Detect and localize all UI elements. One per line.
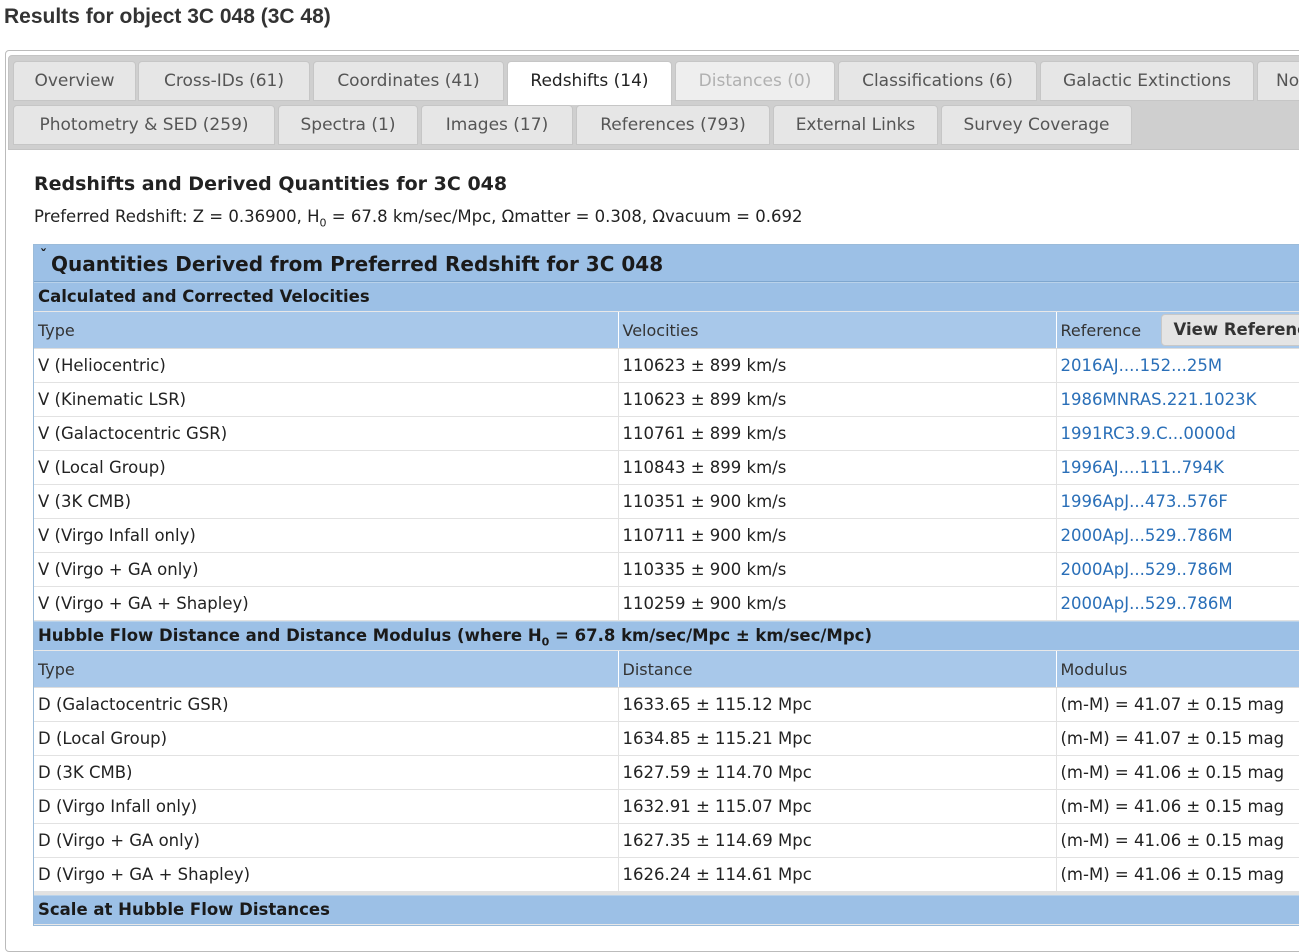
velocity-value: 110843 ± 899 km/s	[618, 451, 1056, 485]
reference-link[interactable]: 1991RC3.9.C...0000d	[1056, 417, 1299, 451]
velocity-value: 110259 ± 900 km/s	[618, 587, 1056, 621]
velocity-value: 110623 ± 899 km/s	[618, 383, 1056, 417]
table-row: V (Local Group)110843 ± 899 km/s1996AJ..…	[34, 451, 1299, 485]
velocities-subheader: Calculated and Corrected Velocities	[34, 282, 1299, 312]
tab-notes[interactable]: No	[1257, 61, 1299, 101]
reference-link[interactable]: 2000ApJ...529..786M	[1056, 553, 1299, 587]
velocity-value: 110711 ± 900 km/s	[618, 519, 1056, 553]
column-header-type: Type	[34, 651, 618, 688]
distance-type: D (Virgo + GA + Shapley)	[34, 858, 618, 892]
tab-distances: Distances (0)	[675, 61, 835, 101]
velocity-value: 110351 ± 900 km/s	[618, 485, 1056, 519]
distance-value: 1627.35 ± 114.69 Mpc	[618, 824, 1056, 858]
distance-type: D (Galactocentric GSR)	[34, 688, 618, 722]
distance-value: 1633.65 ± 115.12 Mpc	[618, 688, 1056, 722]
velocity-value: 110761 ± 899 km/s	[618, 417, 1056, 451]
table-row: V (Kinematic LSR)110623 ± 899 km/s1986MN…	[34, 383, 1299, 417]
tab-survey-coverage[interactable]: Survey Coverage	[941, 105, 1132, 145]
velocity-type: V (Virgo + GA only)	[34, 553, 618, 587]
table-row: D (Local Group)1634.85 ± 115.21 Mpc(m-M)…	[34, 722, 1299, 756]
reference-link[interactable]: 2000ApJ...529..786M	[1056, 587, 1299, 621]
table-row: V (Virgo Infall only)110711 ± 900 km/s20…	[34, 519, 1299, 553]
tab-external-links[interactable]: External Links	[773, 105, 938, 145]
tab-cross-ids[interactable]: Cross-IDs (61)	[138, 61, 310, 101]
distance-modulus: (m-M) = 41.07 ± 0.15 mag	[1056, 688, 1299, 722]
collapse-caret-icon[interactable]: ˇ	[40, 248, 47, 264]
table-row: D (3K CMB)1627.59 ± 114.70 Mpc(m-M) = 41…	[34, 756, 1299, 790]
table-row: D (Galactocentric GSR)1633.65 ± 115.12 M…	[34, 688, 1299, 722]
distance-modulus: (m-M) = 41.06 ± 0.15 mag	[1056, 858, 1299, 892]
reference-link[interactable]: 1996AJ....111..794K	[1056, 451, 1299, 485]
panel-header[interactable]: ˇQuantities Derived from Preferred Redsh…	[34, 245, 1299, 282]
distance-type: D (Local Group)	[34, 722, 618, 756]
tab-spectra[interactable]: Spectra (1)	[278, 105, 418, 145]
table-row: D (Virgo + GA + Shapley)1626.24 ± 114.61…	[34, 858, 1299, 892]
table-row: V (3K CMB)110351 ± 900 km/s1996ApJ...473…	[34, 485, 1299, 519]
distance-value: 1634.85 ± 115.21 Mpc	[618, 722, 1056, 756]
tab-references[interactable]: References (793)	[576, 105, 770, 145]
panel-title: Quantities Derived from Preferred Redshi…	[51, 252, 663, 276]
column-header-distance: Distance	[618, 651, 1056, 688]
table-row: D (Virgo + GA only)1627.35 ± 114.69 Mpc(…	[34, 824, 1299, 858]
tab-redshifts[interactable]: Redshifts (14)	[507, 61, 672, 105]
column-header-reference: Reference View References	[1056, 312, 1299, 349]
reference-link[interactable]: 1986MNRAS.221.1023K	[1056, 383, 1299, 417]
velocity-type: V (Kinematic LSR)	[34, 383, 618, 417]
table-row: V (Galactocentric GSR)110761 ± 899 km/s1…	[34, 417, 1299, 451]
distance-value: 1627.59 ± 114.70 Mpc	[618, 756, 1056, 790]
velocity-type: V (Virgo Infall only)	[34, 519, 618, 553]
velocity-type: V (Heliocentric)	[34, 349, 618, 383]
velocities-table: Type Velocities Reference View Reference…	[34, 312, 1299, 621]
tab-galactic-extinctions[interactable]: Galactic Extinctions	[1040, 61, 1254, 101]
section-title: Redshifts and Derived Quantities for 3C …	[34, 173, 507, 195]
distance-modulus: (m-M) = 41.06 ± 0.15 mag	[1056, 824, 1299, 858]
column-header-type: Type	[34, 312, 618, 349]
table-row: D (Virgo Infall only)1632.91 ± 115.07 Mp…	[34, 790, 1299, 824]
reference-link[interactable]: 2000ApJ...529..786M	[1056, 519, 1299, 553]
distance-type: D (3K CMB)	[34, 756, 618, 790]
distance-modulus: (m-M) = 41.06 ± 0.15 mag	[1056, 790, 1299, 824]
distance-value: 1626.24 ± 114.61 Mpc	[618, 858, 1056, 892]
distance-modulus: (m-M) = 41.06 ± 0.15 mag	[1056, 756, 1299, 790]
tab-coordinates[interactable]: Coordinates (41)	[313, 61, 504, 101]
distances-subheader: Hubble Flow Distance and Distance Modulu…	[34, 621, 1299, 651]
distance-modulus: (m-M) = 41.07 ± 0.15 mag	[1056, 722, 1299, 756]
preferred-redshift: Preferred Redshift: Z = 0.36900, H0 = 67…	[34, 207, 802, 229]
tab-overview[interactable]: Overview	[13, 61, 136, 101]
velocity-value: 110335 ± 900 km/s	[618, 553, 1056, 587]
distance-type: D (Virgo + GA only)	[34, 824, 618, 858]
reference-link[interactable]: 2016AJ....152...25M	[1056, 349, 1299, 383]
view-references-button[interactable]: View References	[1161, 314, 1299, 346]
tab-photometry[interactable]: Photometry & SED (259)	[13, 105, 275, 145]
table-row: V (Virgo + GA + Shapley)110259 ± 900 km/…	[34, 587, 1299, 621]
page-title: Results for object 3C 048 (3C 48)	[4, 5, 331, 29]
tab-images[interactable]: Images (17)	[421, 105, 573, 145]
velocity-value: 110623 ± 899 km/s	[618, 349, 1056, 383]
column-header-velocities: Velocities	[618, 312, 1056, 349]
velocity-type: V (Galactocentric GSR)	[34, 417, 618, 451]
derived-quantities-panel: ˇQuantities Derived from Preferred Redsh…	[33, 244, 1299, 926]
velocity-type: V (Local Group)	[34, 451, 618, 485]
table-row: V (Heliocentric)110623 ± 899 km/s2016AJ.…	[34, 349, 1299, 383]
table-row: V (Virgo + GA only)110335 ± 900 km/s2000…	[34, 553, 1299, 587]
reference-link[interactable]: 1996ApJ...473..576F	[1056, 485, 1299, 519]
distance-value: 1632.91 ± 115.07 Mpc	[618, 790, 1056, 824]
velocity-type: V (Virgo + GA + Shapley)	[34, 587, 618, 621]
column-header-modulus: Modulus	[1056, 651, 1299, 688]
distances-table: Type Distance Modulus D (Galactocentric …	[34, 651, 1299, 892]
velocity-type: V (3K CMB)	[34, 485, 618, 519]
tab-classifications[interactable]: Classifications (6)	[838, 61, 1037, 101]
distance-type: D (Virgo Infall only)	[34, 790, 618, 824]
